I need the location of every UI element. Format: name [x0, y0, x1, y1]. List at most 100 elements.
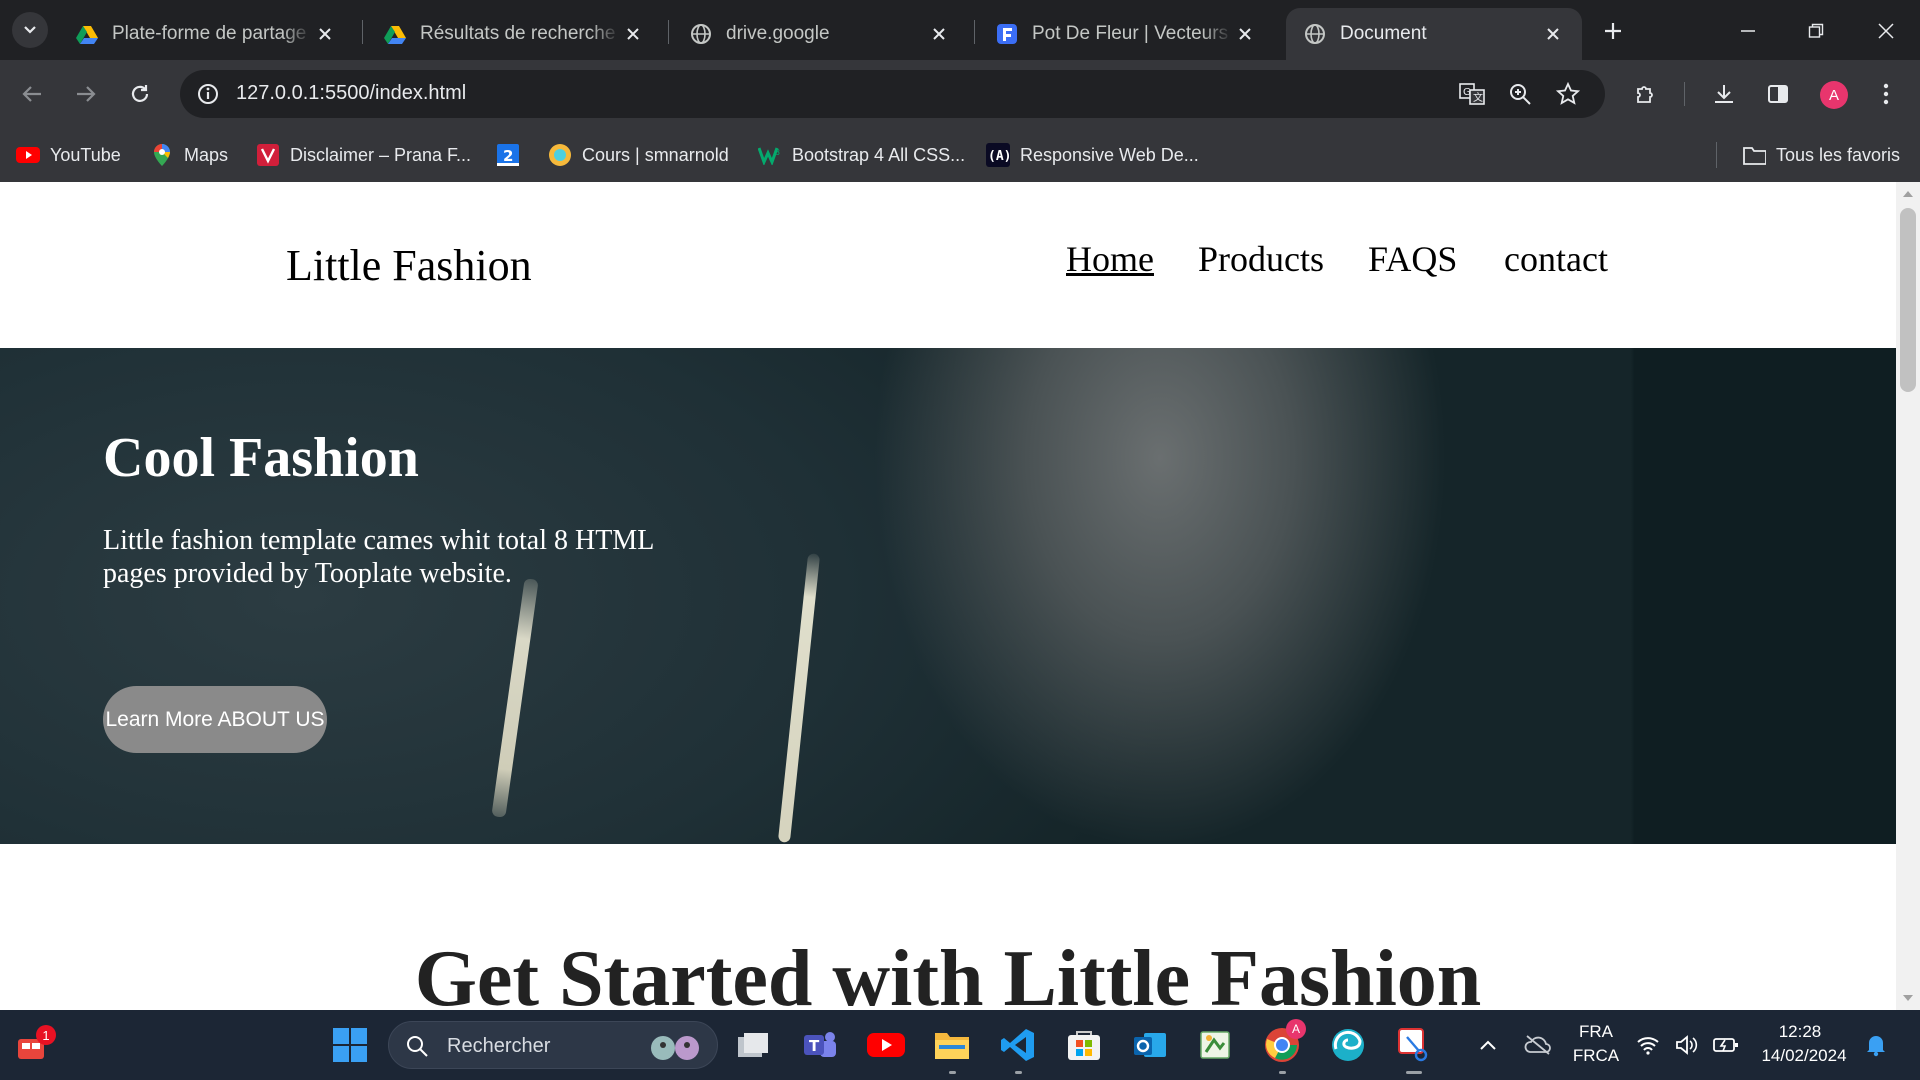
chrome-button[interactable]: A — [1260, 1019, 1306, 1074]
new-tab-button[interactable] — [1596, 14, 1630, 48]
youtube-icon — [16, 143, 40, 167]
search-placeholder: Rechercher — [447, 1035, 551, 1057]
paint-button[interactable] — [1194, 1023, 1238, 1067]
volume-button[interactable] — [1668, 1023, 1704, 1067]
folder-icon — [935, 1033, 969, 1059]
profile-avatar[interactable]: A — [1820, 81, 1848, 109]
hero-text: Little fashion template cames whit total… — [103, 525, 654, 589]
tab-document[interactable]: Document — [1286, 8, 1582, 60]
onedrive-button[interactable] — [1516, 1023, 1560, 1067]
language-bottom[interactable]: FRCA — [1570, 1046, 1622, 1066]
bookmark-label: Maps — [184, 144, 229, 165]
windows-icon — [333, 1028, 367, 1062]
forward-button[interactable] — [68, 76, 104, 112]
nav-home[interactable]: Home — [1066, 238, 1154, 280]
bookmark-maps[interactable]: Maps — [150, 140, 228, 170]
running-indicator — [1279, 1071, 1286, 1074]
bookmark-2[interactable]: 2 — [496, 140, 520, 170]
widgets-button[interactable]: 1 — [10, 1023, 56, 1067]
nav-contact[interactable]: contact — [1504, 238, 1608, 280]
wifi-icon — [1637, 1037, 1659, 1055]
close-icon[interactable] — [622, 23, 644, 45]
chevron-down-icon — [24, 26, 36, 34]
reload-button[interactable] — [122, 76, 158, 112]
star-icon — [1556, 82, 1580, 105]
side-panel-button[interactable] — [1760, 76, 1796, 112]
task-view-button[interactable] — [732, 1023, 776, 1067]
close-icon — [1878, 23, 1894, 39]
svg-text:3: 3 — [775, 148, 780, 157]
clock-time[interactable]: 12:28 — [1764, 1022, 1836, 1042]
all-bookmarks-button[interactable]: Tous les favoris — [1742, 140, 1900, 170]
scroll-up-icon[interactable] — [1902, 188, 1914, 200]
bookmark-star-button[interactable] — [1554, 80, 1582, 108]
page-scrollbar[interactable] — [1896, 182, 1920, 1010]
site-logo[interactable]: Little Fashion — [286, 240, 532, 291]
file-explorer-button[interactable] — [930, 1023, 974, 1074]
edge-button[interactable] — [1326, 1023, 1370, 1067]
bookmark-bootstrap[interactable]: 3 Bootstrap 4 All CSS... — [758, 140, 965, 170]
outlook-icon — [1134, 1033, 1166, 1057]
extensions-button[interactable] — [1628, 76, 1664, 112]
notification-badge: 1 — [36, 1025, 56, 1045]
bookmarks-divider — [1716, 142, 1717, 168]
tab-title: Document — [1340, 23, 1427, 44]
outlook-button[interactable] — [1128, 1023, 1172, 1067]
maps-icon — [150, 143, 174, 167]
tab-plateforme[interactable]: Plate-forme de partage de — [58, 8, 354, 60]
close-icon[interactable] — [1542, 23, 1564, 45]
vscode-button[interactable] — [996, 1023, 1040, 1074]
teams-button[interactable]: T — [798, 1023, 842, 1067]
back-button[interactable] — [14, 76, 50, 112]
tab-search-button[interactable] — [12, 12, 48, 48]
restore-button[interactable] — [1796, 14, 1836, 48]
tab-title: Résultats de recherche - G — [420, 23, 620, 44]
menu-button[interactable] — [1868, 76, 1904, 112]
nav-products[interactable]: Products — [1198, 238, 1324, 280]
bookmark-smnarnold[interactable]: Cours | smnarnold — [548, 140, 729, 170]
folder-icon — [1742, 143, 1766, 167]
url-text[interactable]: 127.0.0.1:5500/index.html — [236, 82, 466, 105]
toolbar-divider — [1684, 82, 1685, 106]
tab-drive-google[interactable]: drive.google — [672, 8, 968, 60]
battery-button[interactable] — [1706, 1023, 1746, 1067]
clock-date[interactable]: 14/02/2024 — [1756, 1046, 1852, 1066]
close-icon[interactable] — [1234, 23, 1256, 45]
downloads-button[interactable] — [1706, 76, 1742, 112]
bookmark-youtube[interactable]: YouTube — [16, 140, 121, 170]
tab-divider — [974, 20, 975, 44]
minimize-icon — [1741, 30, 1755, 32]
youtube-app-button[interactable] — [864, 1023, 908, 1067]
language-top[interactable]: FRA — [1572, 1022, 1620, 1042]
address-bar[interactable]: 127.0.0.1:5500/index.html G文 — [180, 70, 1605, 118]
nav-faqs[interactable]: FAQS — [1368, 238, 1457, 280]
learn-more-button[interactable]: Learn More ABOUT US — [103, 686, 327, 753]
search-icon — [407, 1036, 428, 1057]
notifications-button[interactable] — [1856, 1023, 1896, 1067]
show-hidden-icons-button[interactable] — [1468, 1023, 1508, 1067]
tab-resultats[interactable]: Résultats de recherche - G — [366, 8, 662, 60]
close-icon[interactable] — [928, 23, 950, 45]
smnarnold-icon — [548, 143, 572, 167]
store-button[interactable] — [1062, 1023, 1106, 1067]
google-drive-icon — [76, 26, 98, 44]
close-icon[interactable] — [314, 23, 336, 45]
translate-button[interactable]: G文 — [1458, 80, 1486, 108]
bookmark-prana[interactable]: Disclaimer – Prana F... — [256, 140, 471, 170]
bookmark-freecodecamp[interactable]: (A) Responsive Web De... — [986, 140, 1199, 170]
site-info-icon[interactable] — [194, 80, 222, 108]
zoom-button[interactable] — [1506, 80, 1534, 108]
close-window-button[interactable] — [1866, 14, 1906, 48]
start-button[interactable] — [328, 1023, 372, 1067]
arrow-right-icon — [77, 86, 96, 102]
scrollbar-thumb[interactable] — [1900, 208, 1916, 392]
taskbar-search[interactable]: Rechercher — [388, 1021, 718, 1069]
plus-icon — [1605, 23, 1621, 39]
minimize-button[interactable] — [1728, 14, 1768, 48]
scroll-down-icon[interactable] — [1902, 992, 1914, 1004]
tab-pot-de-fleur[interactable]: Pot De Fleur | Vecteurs et P — [978, 8, 1274, 60]
kebab-menu-icon — [1883, 83, 1889, 105]
snipping-tool-button[interactable] — [1392, 1023, 1436, 1074]
wifi-button[interactable] — [1630, 1023, 1666, 1067]
svg-text:文: 文 — [1473, 91, 1483, 104]
